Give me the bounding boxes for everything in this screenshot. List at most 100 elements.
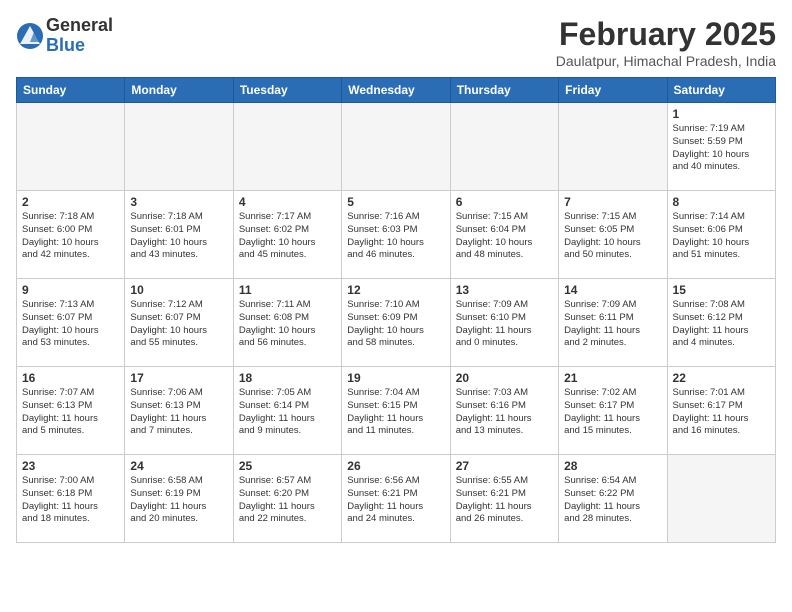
day-number: 8	[673, 195, 770, 209]
calendar-cell: 10 Sunrise: 7:12 AM Sunset: 6:07 PM Dayli…	[125, 279, 233, 367]
calendar-cell: 7 Sunrise: 7:15 AM Sunset: 6:05 PM Daylig…	[559, 191, 667, 279]
day-info: Sunrise: 7:04 AM Sunset: 6:15 PM Dayligh…	[347, 387, 444, 438]
calendar-cell	[17, 103, 125, 191]
day-info: Sunrise: 6:58 AM Sunset: 6:19 PM Dayligh…	[130, 475, 227, 526]
day-info: Sunrise: 7:14 AM Sunset: 6:06 PM Dayligh…	[673, 211, 770, 262]
weekday-header-friday: Friday	[559, 78, 667, 103]
calendar-week-row: 1 Sunrise: 7:19 AM Sunset: 5:59 PM Daylig…	[17, 103, 776, 191]
calendar-cell: 23 Sunrise: 7:00 AM Sunset: 6:18 PM Dayli…	[17, 455, 125, 543]
calendar-cell: 15 Sunrise: 7:08 AM Sunset: 6:12 PM Dayli…	[667, 279, 775, 367]
title-block: February 2025 Daulatpur, Himachal Prades…	[556, 16, 776, 69]
day-number: 25	[239, 459, 336, 473]
day-number: 17	[130, 371, 227, 385]
day-number: 6	[456, 195, 553, 209]
calendar-cell: 19 Sunrise: 7:04 AM Sunset: 6:15 PM Dayli…	[342, 367, 450, 455]
calendar-table: SundayMondayTuesdayWednesdayThursdayFrid…	[16, 77, 776, 543]
calendar-cell: 22Sunrise: 7:01 AM Sunset: 6:17 PM Dayli…	[667, 367, 775, 455]
day-info: Sunrise: 6:57 AM Sunset: 6:20 PM Dayligh…	[239, 475, 336, 526]
day-info: Sunrise: 7:06 AM Sunset: 6:13 PM Dayligh…	[130, 387, 227, 438]
calendar-cell: 8 Sunrise: 7:14 AM Sunset: 6:06 PM Daylig…	[667, 191, 775, 279]
day-info: Sunrise: 7:15 AM Sunset: 6:05 PM Dayligh…	[564, 211, 661, 262]
weekday-header-sunday: Sunday	[17, 78, 125, 103]
weekday-header-row: SundayMondayTuesdayWednesdayThursdayFrid…	[17, 78, 776, 103]
day-number: 19	[347, 371, 444, 385]
day-number: 12	[347, 283, 444, 297]
day-info: Sunrise: 7:13 AM Sunset: 6:07 PM Dayligh…	[22, 299, 119, 350]
calendar-cell	[342, 103, 450, 191]
day-number: 27	[456, 459, 553, 473]
calendar-cell: 11 Sunrise: 7:11 AM Sunset: 6:08 PM Dayli…	[233, 279, 341, 367]
day-info: Sunrise: 7:09 AM Sunset: 6:11 PM Dayligh…	[564, 299, 661, 350]
day-number: 3	[130, 195, 227, 209]
calendar-cell	[559, 103, 667, 191]
day-number: 14	[564, 283, 661, 297]
month-title: February 2025	[556, 16, 776, 53]
weekday-header-monday: Monday	[125, 78, 233, 103]
calendar-cell: 14 Sunrise: 7:09 AM Sunset: 6:11 PM Dayli…	[559, 279, 667, 367]
calendar-cell: 16 Sunrise: 7:07 AM Sunset: 6:13 PM Dayli…	[17, 367, 125, 455]
day-info: Sunrise: 7:17 AM Sunset: 6:02 PM Dayligh…	[239, 211, 336, 262]
day-number: 24	[130, 459, 227, 473]
calendar-cell: 3 Sunrise: 7:18 AM Sunset: 6:01 PM Daylig…	[125, 191, 233, 279]
day-info: Sunrise: 6:56 AM Sunset: 6:21 PM Dayligh…	[347, 475, 444, 526]
calendar-cell: 21Sunrise: 7:02 AM Sunset: 6:17 PM Dayli…	[559, 367, 667, 455]
day-number: 23	[22, 459, 119, 473]
calendar-cell: 1 Sunrise: 7:19 AM Sunset: 5:59 PM Daylig…	[667, 103, 775, 191]
calendar-cell: 24 Sunrise: 6:58 AM Sunset: 6:19 PM Dayli…	[125, 455, 233, 543]
calendar-cell: 17 Sunrise: 7:06 AM Sunset: 6:13 PM Dayli…	[125, 367, 233, 455]
day-info: Sunrise: 7:10 AM Sunset: 6:09 PM Dayligh…	[347, 299, 444, 350]
calendar-cell: 12 Sunrise: 7:10 AM Sunset: 6:09 PM Dayli…	[342, 279, 450, 367]
logo: General Blue	[16, 16, 113, 56]
day-info: Sunrise: 7:11 AM Sunset: 6:08 PM Dayligh…	[239, 299, 336, 350]
day-number: 28	[564, 459, 661, 473]
calendar-cell	[233, 103, 341, 191]
weekday-header-saturday: Saturday	[667, 78, 775, 103]
day-number: 4	[239, 195, 336, 209]
calendar-cell: 20Sunrise: 7:03 AM Sunset: 6:16 PM Dayli…	[450, 367, 558, 455]
calendar-cell: 26 Sunrise: 6:56 AM Sunset: 6:21 PM Dayli…	[342, 455, 450, 543]
day-number: 2	[22, 195, 119, 209]
day-info: Sunrise: 7:00 AM Sunset: 6:18 PM Dayligh…	[22, 475, 119, 526]
day-number: 13	[456, 283, 553, 297]
calendar-cell: 6 Sunrise: 7:15 AM Sunset: 6:04 PM Daylig…	[450, 191, 558, 279]
calendar-cell: 9Sunrise: 7:13 AM Sunset: 6:07 PM Daylig…	[17, 279, 125, 367]
logo-text: General Blue	[46, 16, 113, 56]
calendar-cell: 25 Sunrise: 6:57 AM Sunset: 6:20 PM Dayli…	[233, 455, 341, 543]
weekday-header-tuesday: Tuesday	[233, 78, 341, 103]
day-number: 16	[22, 371, 119, 385]
calendar-cell: 28Sunrise: 6:54 AM Sunset: 6:22 PM Dayli…	[559, 455, 667, 543]
calendar-week-row: 16 Sunrise: 7:07 AM Sunset: 6:13 PM Dayli…	[17, 367, 776, 455]
logo-general-text: General	[46, 16, 113, 36]
day-info: Sunrise: 7:18 AM Sunset: 6:01 PM Dayligh…	[130, 211, 227, 262]
day-info: Sunrise: 7:18 AM Sunset: 6:00 PM Dayligh…	[22, 211, 119, 262]
calendar-cell: 5Sunrise: 7:16 AM Sunset: 6:03 PM Daylig…	[342, 191, 450, 279]
day-info: Sunrise: 7:15 AM Sunset: 6:04 PM Dayligh…	[456, 211, 553, 262]
day-info: Sunrise: 7:05 AM Sunset: 6:14 PM Dayligh…	[239, 387, 336, 438]
calendar-cell: 13 Sunrise: 7:09 AM Sunset: 6:10 PM Dayli…	[450, 279, 558, 367]
calendar-cell	[125, 103, 233, 191]
logo-blue-text: Blue	[46, 36, 113, 56]
day-info: Sunrise: 7:09 AM Sunset: 6:10 PM Dayligh…	[456, 299, 553, 350]
day-info: Sunrise: 7:08 AM Sunset: 6:12 PM Dayligh…	[673, 299, 770, 350]
weekday-header-thursday: Thursday	[450, 78, 558, 103]
calendar-week-row: 2 Sunrise: 7:18 AM Sunset: 6:00 PM Daylig…	[17, 191, 776, 279]
day-info: Sunrise: 7:12 AM Sunset: 6:07 PM Dayligh…	[130, 299, 227, 350]
calendar-week-row: 23 Sunrise: 7:00 AM Sunset: 6:18 PM Dayli…	[17, 455, 776, 543]
day-number: 11	[239, 283, 336, 297]
day-info: Sunrise: 7:16 AM Sunset: 6:03 PM Dayligh…	[347, 211, 444, 262]
day-number: 10	[130, 283, 227, 297]
calendar-week-row: 9Sunrise: 7:13 AM Sunset: 6:07 PM Daylig…	[17, 279, 776, 367]
day-number: 1	[673, 107, 770, 121]
day-info: Sunrise: 7:07 AM Sunset: 6:13 PM Dayligh…	[22, 387, 119, 438]
calendar-cell: 27Sunrise: 6:55 AM Sunset: 6:21 PM Dayli…	[450, 455, 558, 543]
day-info: Sunrise: 7:19 AM Sunset: 5:59 PM Dayligh…	[673, 123, 770, 174]
day-number: 22	[673, 371, 770, 385]
calendar-cell	[667, 455, 775, 543]
day-info: Sunrise: 7:02 AM Sunset: 6:17 PM Dayligh…	[564, 387, 661, 438]
calendar-cell: 4 Sunrise: 7:17 AM Sunset: 6:02 PM Daylig…	[233, 191, 341, 279]
weekday-header-wednesday: Wednesday	[342, 78, 450, 103]
day-number: 7	[564, 195, 661, 209]
day-number: 15	[673, 283, 770, 297]
calendar-cell: 18Sunrise: 7:05 AM Sunset: 6:14 PM Dayli…	[233, 367, 341, 455]
day-number: 26	[347, 459, 444, 473]
